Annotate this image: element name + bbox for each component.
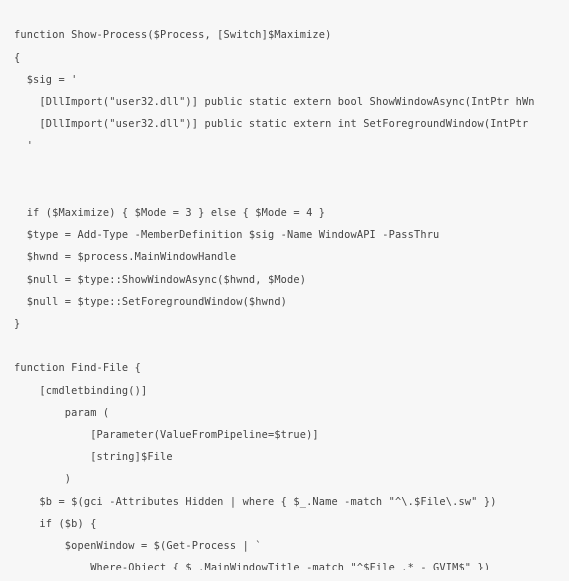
code-block: function Show-Process($Process, [Switch]…: [0, 10, 569, 570]
